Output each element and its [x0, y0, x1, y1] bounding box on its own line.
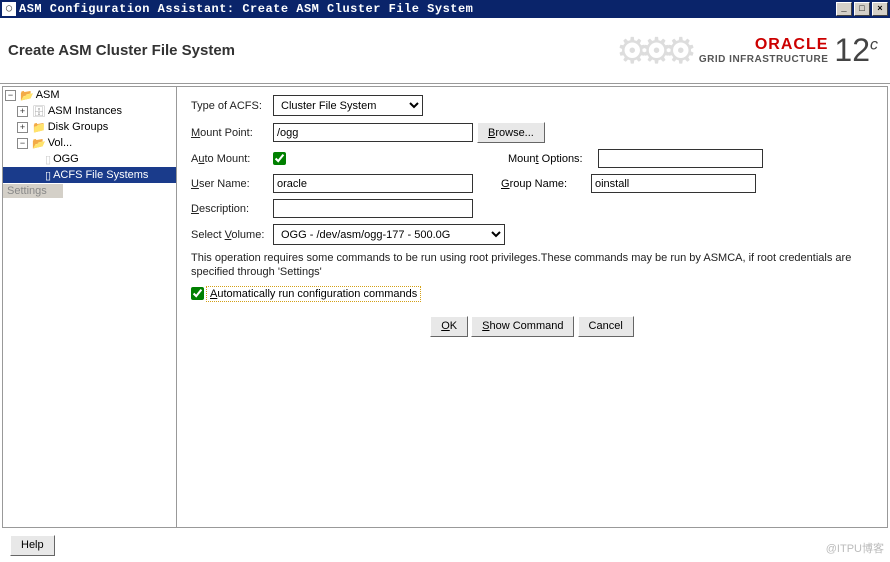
- tree-volumes[interactable]: − 📂 Vol...: [3, 135, 176, 151]
- footer-bar: Help @ITPU博客: [0, 530, 890, 560]
- tree-root-asm[interactable]: − 📂 ASM: [3, 87, 176, 103]
- page-header: Create ASM Cluster File System ⚙⚙⚙ ORACL…: [0, 18, 890, 84]
- watermark-text: @ITPU博客: [826, 540, 884, 556]
- type-of-acfs-label: Type of ACFS:: [191, 100, 273, 112]
- oracle-logo-text: ORACLE: [699, 36, 829, 54]
- description-input[interactable]: [273, 199, 473, 218]
- tree-settings-disabled: Settings: [3, 184, 63, 198]
- brand-logo: ORACLE GRID INFRASTRUCTURE 12c: [699, 33, 878, 68]
- help-button[interactable]: Help: [10, 535, 55, 556]
- maximize-button[interactable]: □: [854, 2, 870, 16]
- expand-icon[interactable]: +: [17, 122, 28, 133]
- auto-mount-label: Auto Mount:: [191, 153, 273, 165]
- version-number: 12c: [834, 32, 878, 68]
- mount-options-label: Mount Options:: [508, 153, 598, 165]
- close-button[interactable]: ×: [872, 2, 888, 16]
- page-title: Create ASM Cluster File System: [8, 42, 616, 59]
- mount-point-label: Mount Point:: [191, 127, 273, 139]
- group-name-label: Group Name:: [501, 178, 591, 190]
- mount-options-input[interactable]: [598, 149, 763, 168]
- user-name-input[interactable]: [273, 174, 473, 193]
- user-name-label: User Name:: [191, 178, 273, 190]
- cancel-button[interactable]: Cancel: [578, 316, 634, 337]
- mount-point-input[interactable]: [273, 123, 473, 142]
- tree-ogg[interactable]: ▯ OGG: [3, 151, 176, 167]
- auto-mount-checkbox[interactable]: [273, 152, 286, 165]
- database-icon: 🗄: [32, 105, 46, 118]
- browse-button[interactable]: Browse...: [477, 122, 545, 143]
- info-text: This operation requires some commands to…: [191, 251, 873, 280]
- expand-icon[interactable]: +: [17, 106, 28, 117]
- group-name-input[interactable]: [591, 174, 756, 193]
- file-icon: ▯: [45, 169, 51, 182]
- select-volume-select[interactable]: OGG - /dev/asm/ogg-177 - 500.0G: [273, 224, 505, 245]
- select-volume-label: Select Volume:: [191, 229, 273, 241]
- ok-button[interactable]: OK: [430, 316, 468, 337]
- app-icon: ◯: [2, 2, 16, 16]
- minimize-button[interactable]: _: [836, 2, 852, 16]
- window-title: ASM Configuration Assistant: Create ASM …: [19, 2, 834, 16]
- folder-open-icon: 📂: [20, 89, 34, 102]
- file-icon: ▯: [45, 153, 51, 166]
- folder-open-icon: 📂: [32, 137, 46, 150]
- tree-acfs-file-systems[interactable]: ▯ ACFS File Systems: [3, 167, 176, 183]
- folder-icon: 📁: [32, 121, 46, 134]
- tree-disk-groups[interactable]: + 📁 Disk Groups: [3, 119, 176, 135]
- gears-decoration: ⚙⚙⚙: [616, 30, 689, 72]
- autorun-label: Automatically run configuration commands: [206, 286, 421, 302]
- show-command-button[interactable]: Show Command: [471, 316, 574, 337]
- collapse-icon[interactable]: −: [5, 90, 16, 101]
- description-label: Description:: [191, 203, 273, 215]
- navigation-tree[interactable]: − 📂 ASM + 🗄 ASM Instances + 📁 Disk Group…: [2, 86, 177, 528]
- tree-asm-instances[interactable]: + 🗄 ASM Instances: [3, 103, 176, 119]
- autorun-checkbox[interactable]: [191, 287, 204, 300]
- grid-infra-text: GRID INFRASTRUCTURE: [699, 54, 829, 65]
- type-of-acfs-select[interactable]: Cluster File System: [273, 95, 423, 116]
- form-panel: Type of ACFS: Cluster File System Mount …: [177, 86, 888, 528]
- collapse-icon[interactable]: −: [17, 138, 28, 149]
- window-titlebar: ◯ ASM Configuration Assistant: Create AS…: [0, 0, 890, 18]
